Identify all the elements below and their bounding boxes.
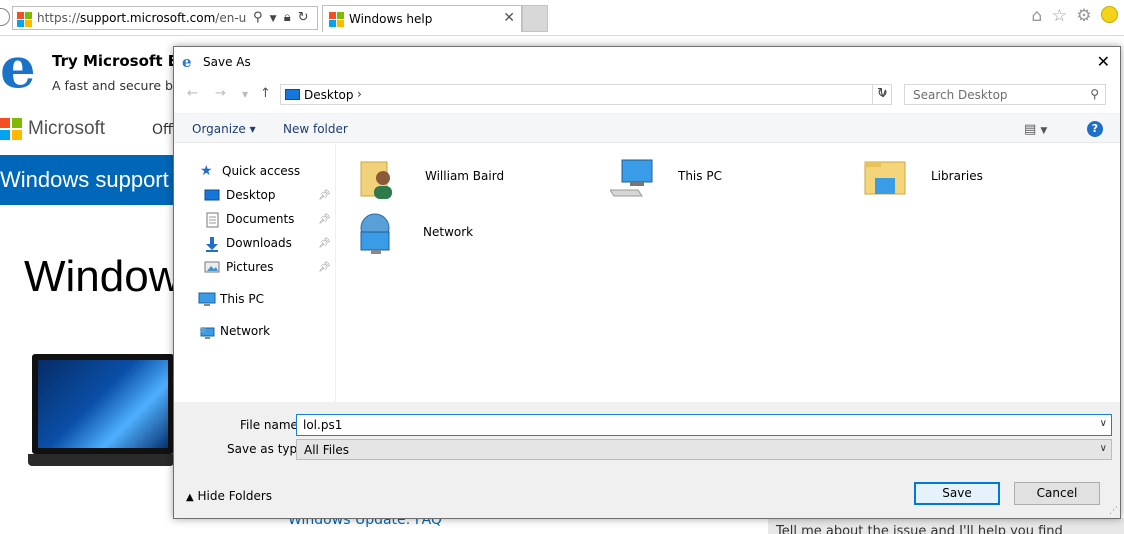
- network-icon: [355, 212, 401, 258]
- address-bar[interactable]: https://support.microsoft.com/en-us/p ⚲ …: [12, 6, 318, 30]
- back-button[interactable]: [0, 8, 10, 26]
- close-icon[interactable]: ✕: [1097, 52, 1110, 71]
- chevron-down-icon[interactable]: ∨: [1100, 443, 1107, 454]
- search-icon[interactable]: ⚲: [253, 10, 263, 25]
- breadcrumb-desktop[interactable]: Desktop: [304, 88, 354, 102]
- pin-icon[interactable]: 📌︎: [318, 190, 331, 201]
- computer-icon: [609, 156, 656, 202]
- promo-title: Try Microsoft Ed: [52, 52, 189, 70]
- pin-icon[interactable]: 📌︎: [318, 238, 331, 249]
- help-panel-text: Tell me about the issue and I'll help yo…: [776, 524, 1063, 534]
- item-label: Libraries: [931, 169, 983, 183]
- lock-icon[interactable]: 🔒︎: [284, 10, 291, 25]
- cancel-button[interactable]: Cancel: [1014, 482, 1100, 505]
- star-icon[interactable]: ☆: [1052, 6, 1067, 26]
- gear-icon[interactable]: ⚙: [1076, 6, 1091, 26]
- address-icons: ⚲ ▼ 🔒︎ ↻: [253, 10, 312, 25]
- refresh-icon[interactable]: ↻: [298, 10, 309, 25]
- item-label: Network: [423, 225, 474, 239]
- list-item-libraries[interactable]: Libraries: [863, 154, 1103, 204]
- navigation-pane: ★ Quick access Desktop 📌︎ Documents 📌︎ D…: [174, 144, 336, 402]
- save-button[interactable]: Save: [914, 482, 1000, 505]
- chevron-up-icon: ▲: [186, 492, 194, 503]
- search-icon[interactable]: ⚲: [1090, 87, 1099, 101]
- page-heading: Window: [24, 252, 176, 301]
- save-as-type-value: All Files: [304, 443, 350, 457]
- url-text[interactable]: https://support.microsoft.com/en-us/p: [37, 11, 247, 25]
- pin-icon[interactable]: 📌︎: [318, 214, 331, 225]
- desktop-icon: [285, 89, 300, 100]
- file-name-input[interactable]: [297, 415, 1087, 435]
- list-item-this-pc[interactable]: This PC: [609, 154, 850, 204]
- up-arrow-icon[interactable]: ↑: [260, 86, 271, 101]
- microsoft-brand[interactable]: Microsoft: [28, 118, 105, 140]
- edge-logo-icon: e: [0, 35, 36, 101]
- laptop-image: [28, 354, 174, 466]
- browser-tab[interactable]: Windows help ✕: [322, 5, 522, 32]
- save-options-panel: File name: ∨ Save as type: All Files ∨ ▲…: [174, 402, 1120, 518]
- file-name-label: File name:: [240, 418, 302, 432]
- item-label: William Baird: [425, 169, 505, 183]
- list-item-user-folder[interactable]: William Baird: [357, 154, 597, 204]
- tab-close-icon[interactable]: ✕: [503, 10, 515, 26]
- promo-subtitle: A fast and secure bro: [52, 78, 186, 93]
- computer-icon: [198, 292, 216, 308]
- microsoft-logo-icon[interactable]: [0, 118, 22, 140]
- search-input[interactable]: [905, 85, 1083, 104]
- pin-icon[interactable]: 📌︎: [318, 262, 331, 273]
- browser-toolbar: https://support.microsoft.com/en-us/p ⚲ …: [0, 0, 1124, 36]
- search-box[interactable]: ⚲: [904, 84, 1106, 105]
- save-as-type-select[interactable]: All Files ∨: [296, 439, 1112, 460]
- download-arrow-icon: [204, 236, 220, 252]
- dialog-title-bar[interactable]: e Save As ✕: [174, 47, 1120, 77]
- file-name-field[interactable]: ∨: [296, 414, 1112, 436]
- tab-title: Windows help: [349, 12, 433, 26]
- desktop-icon: [204, 188, 220, 204]
- breadcrumb[interactable]: Desktop › ∨: [280, 84, 892, 105]
- microsoft-logo-icon: [17, 12, 32, 27]
- refresh-button[interactable]: ↻: [872, 84, 892, 105]
- help-icon[interactable]: ?: [1087, 121, 1103, 137]
- list-item-network[interactable]: Network: [355, 210, 595, 260]
- recent-dropdown-icon[interactable]: ▼: [242, 90, 248, 99]
- resize-grip-icon[interactable]: ⋰: [1109, 506, 1118, 516]
- libraries-icon: [863, 156, 909, 202]
- dialog-nav-bar: ← → ▼ ↑ Desktop › ∨ ↻ ⚲: [174, 80, 1120, 110]
- browser-actions: ⌂ ☆ ⚙: [1027, 5, 1118, 26]
- network-icon: [198, 324, 215, 340]
- view-options-icon[interactable]: ▤ ▼: [1024, 122, 1047, 137]
- user-folder-icon: [357, 156, 403, 202]
- smiley-icon[interactable]: [1101, 5, 1118, 23]
- item-label: This PC: [678, 169, 722, 183]
- star-icon: ★: [200, 163, 213, 179]
- hide-folders-button[interactable]: ▲ Hide Folders: [186, 489, 272, 503]
- chevron-right-icon[interactable]: ›: [357, 87, 362, 101]
- home-icon[interactable]: ⌂: [1031, 6, 1042, 26]
- internet-explorer-icon: e: [182, 53, 192, 71]
- dropdown-icon[interactable]: ▼: [270, 14, 277, 24]
- new-tab-button[interactable]: [522, 5, 548, 32]
- organize-button[interactable]: Organize ▾: [192, 122, 256, 136]
- dialog-title: Save As: [203, 55, 251, 69]
- chevron-down-icon[interactable]: ∨: [1100, 418, 1107, 429]
- pictures-icon: [204, 260, 220, 276]
- dialog-toolbar: Organize ▾ New folder ▤ ▼ ?: [174, 113, 1120, 143]
- new-folder-button[interactable]: New folder: [283, 122, 348, 136]
- file-list: William Baird This PC Libraries Network: [337, 144, 1120, 402]
- save-as-dialog: e Save As ✕ ← → ▼ ↑ Desktop › ∨ ↻ ⚲ Orga…: [173, 46, 1121, 519]
- back-arrow-icon[interactable]: ←: [187, 86, 198, 101]
- forward-arrow-icon[interactable]: →: [215, 86, 226, 101]
- tab-favicon-icon: [329, 12, 344, 27]
- support-band: Windows support: [0, 155, 176, 205]
- documents-icon: [204, 212, 220, 228]
